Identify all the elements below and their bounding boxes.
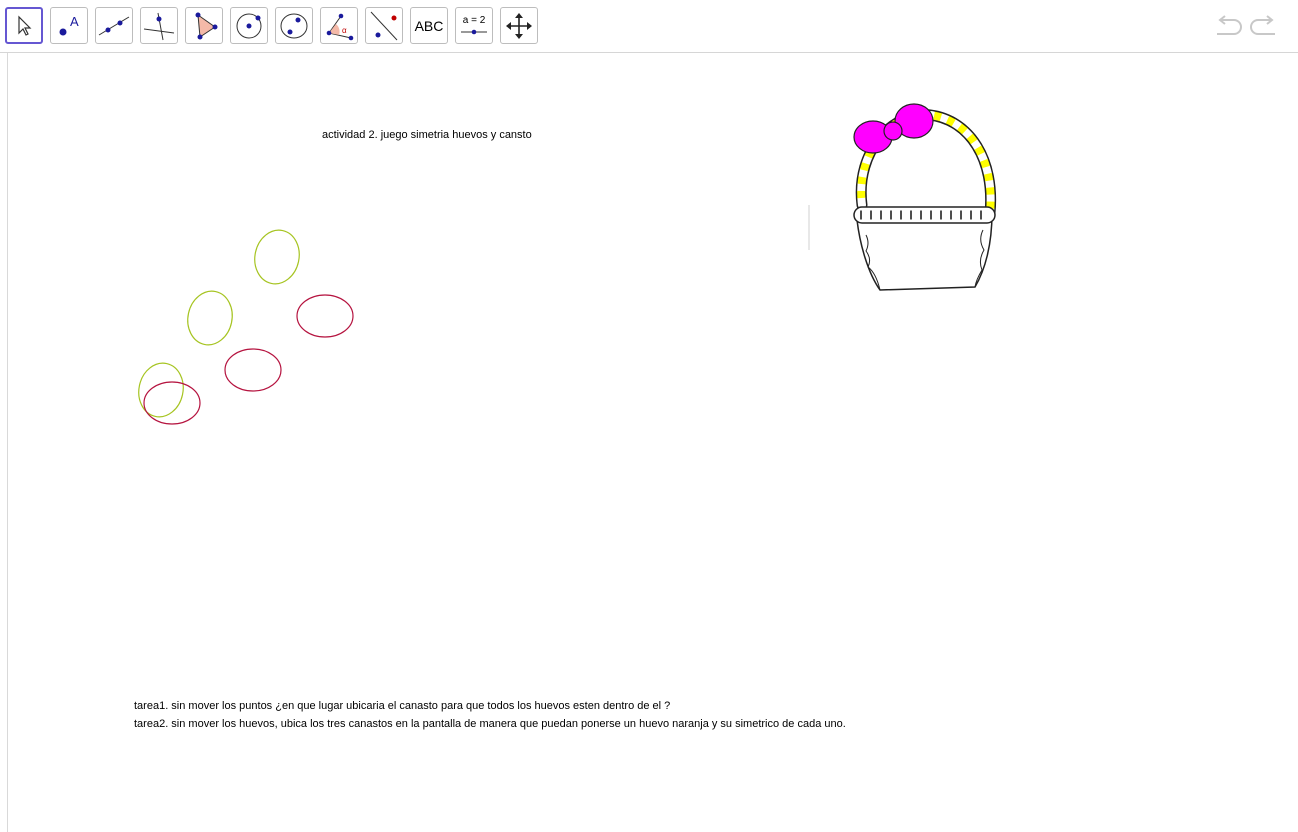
task-1-text: tarea1. sin mover los puntos ¿en que lug… [134,700,671,712]
green-egg[interactable] [134,359,188,421]
green-egg[interactable] [250,226,304,288]
green-egg[interactable] [183,287,237,349]
red-egg[interactable] [143,381,201,425]
task-2-text: tarea2. sin mover los huevos, ubica los … [134,718,846,730]
red-egg[interactable] [224,348,282,392]
basket-image[interactable] [800,95,1010,300]
red-egg[interactable] [296,294,354,338]
